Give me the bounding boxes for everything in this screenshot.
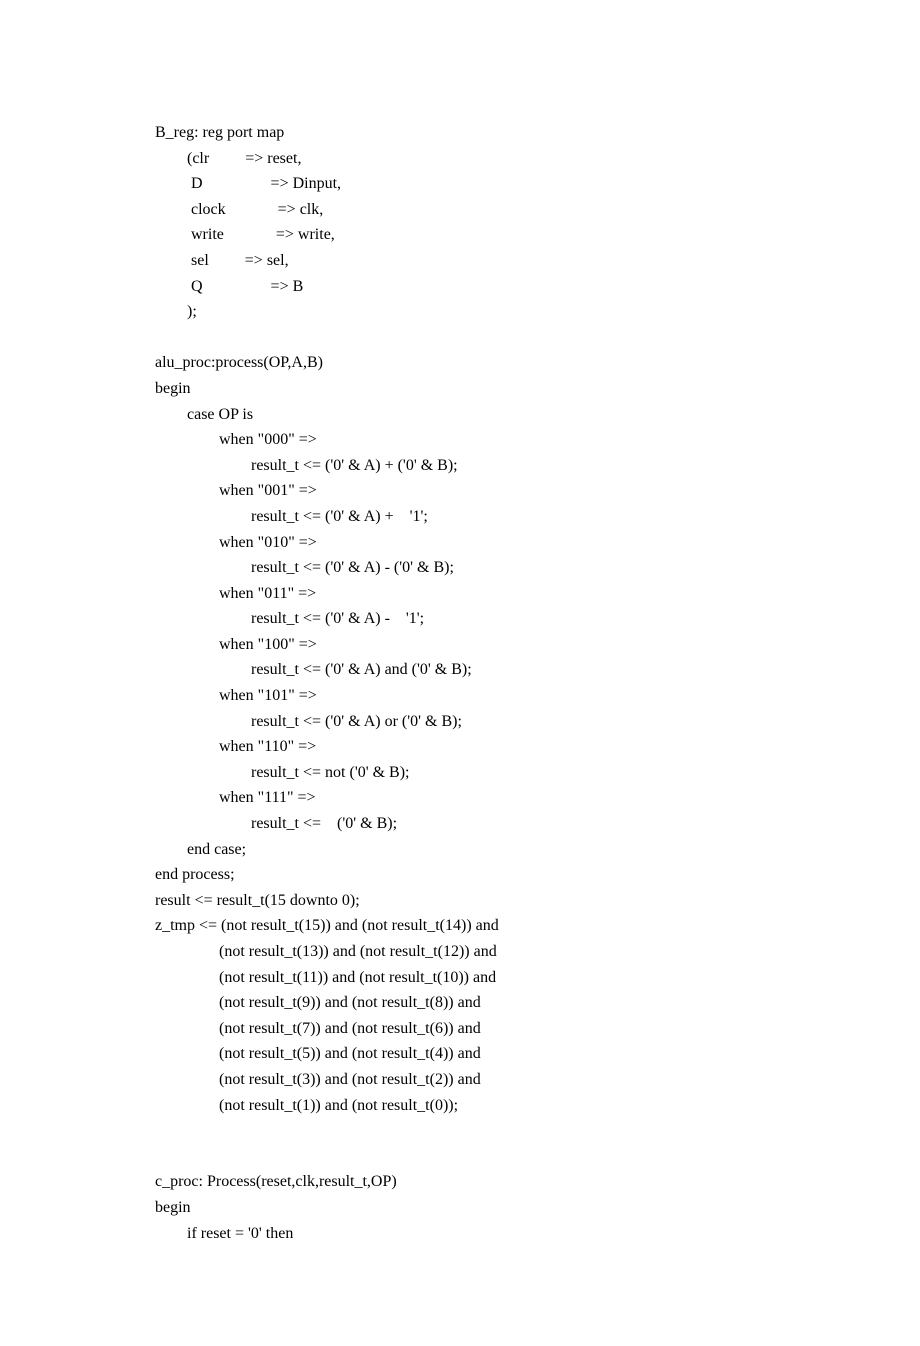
code-line: D => Dinput, <box>155 171 765 197</box>
code-line: (not result_t(3)) and (not result_t(2)) … <box>155 1067 765 1093</box>
code-line: c_proc: Process(reset,clk,result_t,OP) <box>155 1169 765 1195</box>
code-line: (not result_t(1)) and (not result_t(0)); <box>155 1093 765 1119</box>
code-line: end process; <box>155 862 765 888</box>
code-line: (not result_t(7)) and (not result_t(6)) … <box>155 1016 765 1042</box>
code-line: result <= result_t(15 downto 0); <box>155 888 765 914</box>
code-line: when "010" => <box>155 530 765 556</box>
code-line: when "101" => <box>155 683 765 709</box>
code-line <box>155 1144 765 1170</box>
code-line: when "111" => <box>155 785 765 811</box>
code-line: write => write, <box>155 222 765 248</box>
code-line <box>155 325 765 351</box>
code-line: B_reg: reg port map <box>155 120 765 146</box>
code-line: z_tmp <= (not result_t(15)) and (not res… <box>155 913 765 939</box>
code-line: result_t <= ('0' & B); <box>155 811 765 837</box>
code-line: end case; <box>155 837 765 863</box>
code-line: when "001" => <box>155 478 765 504</box>
code-line <box>155 1118 765 1144</box>
code-line: result_t <= ('0' & A) - '1'; <box>155 606 765 632</box>
code-line: (not result_t(9)) and (not result_t(8)) … <box>155 990 765 1016</box>
code-line: (not result_t(11)) and (not result_t(10)… <box>155 965 765 991</box>
code-line: result_t <= ('0' & A) + '1'; <box>155 504 765 530</box>
code-line: (not result_t(5)) and (not result_t(4)) … <box>155 1041 765 1067</box>
code-line: result_t <= ('0' & A) + ('0' & B); <box>155 453 765 479</box>
code-line: begin <box>155 1195 765 1221</box>
code-line: when "110" => <box>155 734 765 760</box>
code-line: (not result_t(13)) and (not result_t(12)… <box>155 939 765 965</box>
code-line: if reset = '0' then <box>155 1221 765 1247</box>
code-line: result_t <= ('0' & A) - ('0' & B); <box>155 555 765 581</box>
code-line: when "000" => <box>155 427 765 453</box>
code-line: when "100" => <box>155 632 765 658</box>
code-line: result_t <= not ('0' & B); <box>155 760 765 786</box>
code-line: alu_proc:process(OP,A,B) <box>155 350 765 376</box>
code-line: ); <box>155 299 765 325</box>
code-line: (clr => reset, <box>155 146 765 172</box>
code-page: B_reg: reg port map (clr => reset, D => … <box>0 0 920 1346</box>
code-line: Q => B <box>155 274 765 300</box>
code-block: B_reg: reg port map (clr => reset, D => … <box>155 120 765 1246</box>
code-line: case OP is <box>155 402 765 428</box>
code-line: result_t <= ('0' & A) or ('0' & B); <box>155 709 765 735</box>
code-line: result_t <= ('0' & A) and ('0' & B); <box>155 657 765 683</box>
code-line: clock => clk, <box>155 197 765 223</box>
code-line: when "011" => <box>155 581 765 607</box>
code-line: sel => sel, <box>155 248 765 274</box>
code-line: begin <box>155 376 765 402</box>
